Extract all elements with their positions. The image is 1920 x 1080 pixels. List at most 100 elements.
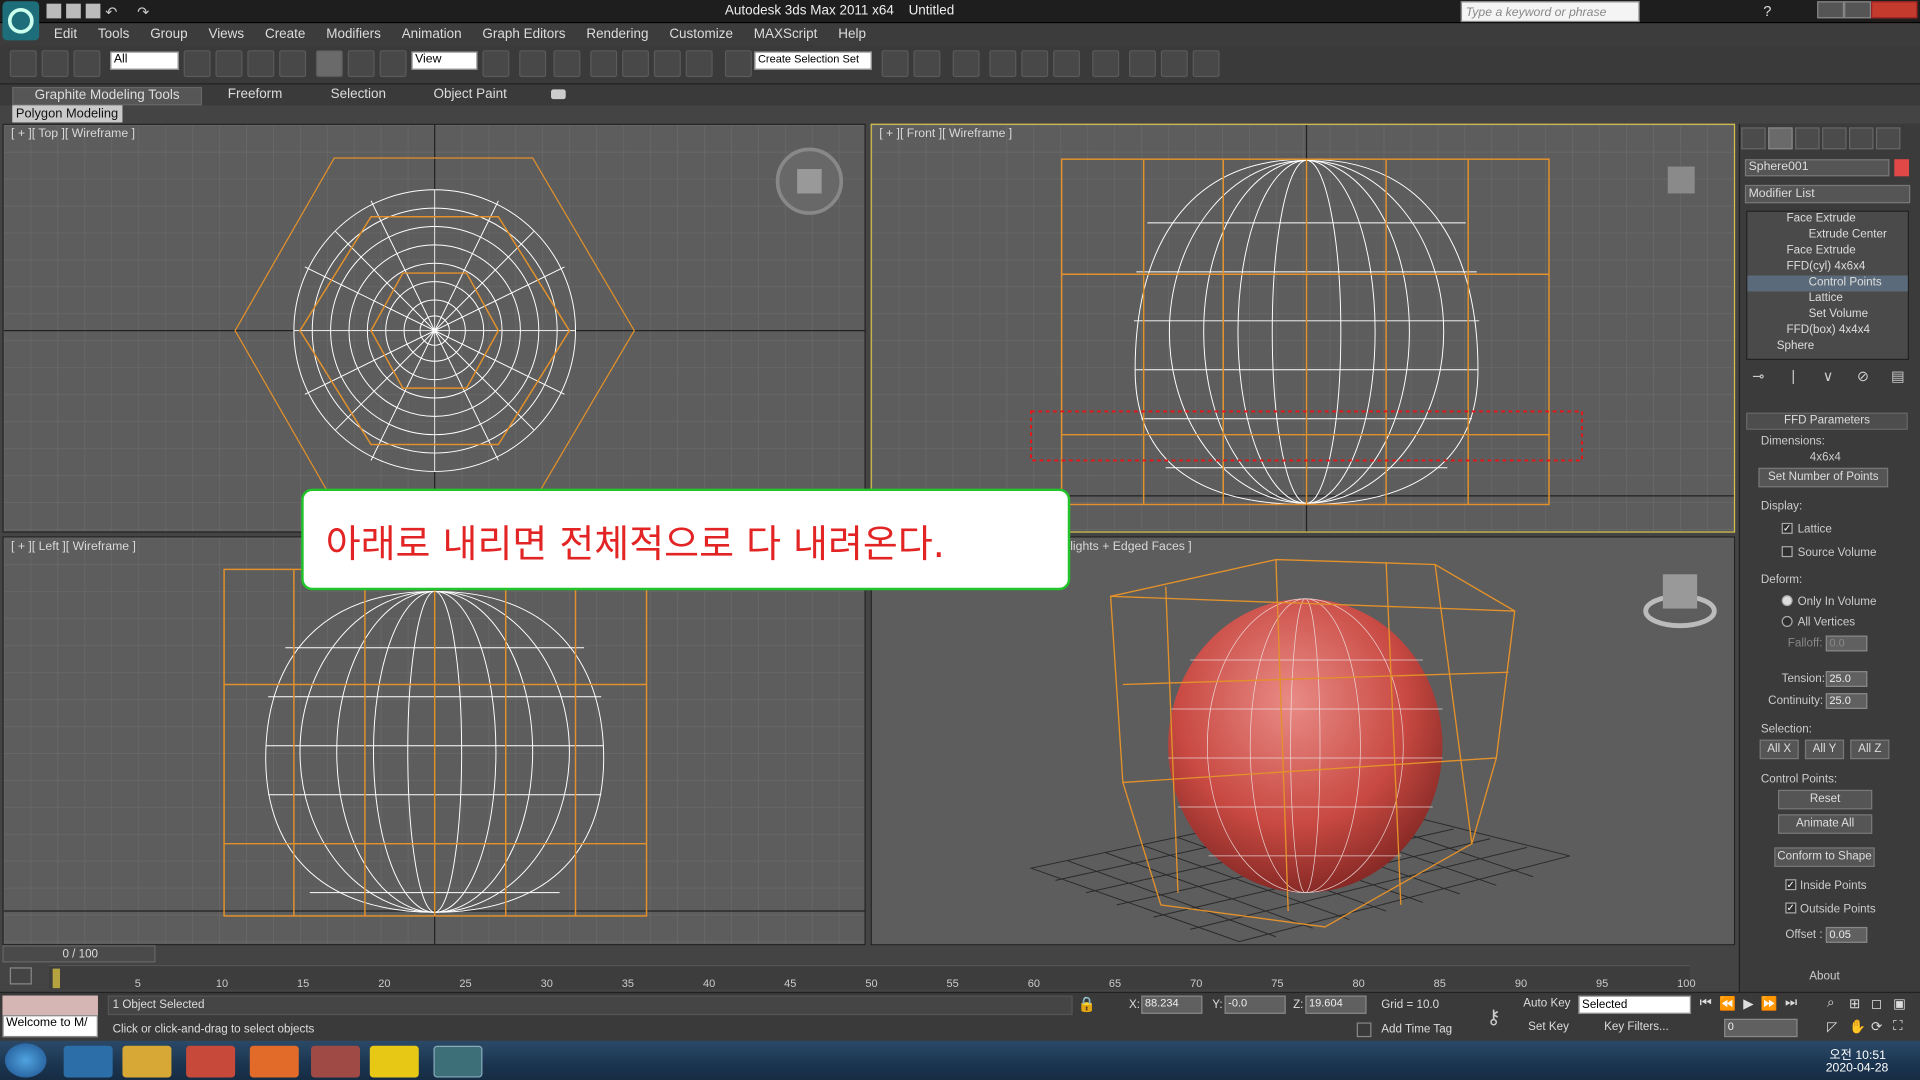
key-icon[interactable]: ⚷ <box>1487 1005 1501 1029</box>
viewport-label-left[interactable]: [ + ][ Left ][ Wireframe ] <box>11 540 136 553</box>
pivot-icon[interactable] <box>482 50 510 78</box>
display-tab-icon[interactable] <box>1848 127 1874 150</box>
render-setup-icon[interactable] <box>1128 50 1156 78</box>
key-mode-dropdown[interactable]: Selected <box>1578 995 1692 1014</box>
close-button[interactable] <box>1871 1 1918 19</box>
all-z-button[interactable]: All Z <box>1850 739 1890 760</box>
stack-item[interactable]: Face Extrude <box>1747 212 1907 228</box>
menu-item-rendering[interactable]: Rendering <box>586 27 648 42</box>
new-file-icon[interactable] <box>46 3 62 19</box>
bind-space-warp-icon[interactable] <box>73 50 101 78</box>
kakaotalk-icon[interactable] <box>369 1045 419 1078</box>
stack-item[interactable]: FFD(cyl) 4x6x4 <box>1747 260 1907 276</box>
all-y-button[interactable]: All Y <box>1804 739 1845 760</box>
lattice-checkbox[interactable]: ✓ <box>1781 522 1793 534</box>
graphite-toggle-icon[interactable] <box>989 50 1017 78</box>
zoom-icon[interactable]: ⌕ <box>1827 996 1847 1017</box>
maximize-button[interactable] <box>1844 1 1872 19</box>
all-x-button[interactable]: All X <box>1759 739 1799 760</box>
stack-item[interactable]: Lattice <box>1747 291 1907 307</box>
add-time-tag-icon[interactable] <box>1356 1022 1372 1038</box>
viewport-left[interactable]: [ + ][ Left ][ Wireframe ] <box>2 536 866 946</box>
search-input[interactable]: Type a keyword or phrase <box>1460 1 1640 23</box>
mirror-icon[interactable] <box>881 50 909 78</box>
percent-snap-icon[interactable] <box>653 50 681 78</box>
only-in-volume-radio[interactable] <box>1781 595 1793 607</box>
track-bar[interactable]: 5 10 15 20 25 30 35 40 45 50 55 60 65 70 75 80 85 90 95 100 <box>48 964 1696 990</box>
start-button-icon[interactable] <box>4 1043 47 1078</box>
select-object-icon[interactable] <box>183 50 211 78</box>
tab-freeform[interactable]: Freeform <box>218 87 292 105</box>
set-key-button[interactable]: Set Key <box>1528 1019 1575 1039</box>
x-coordinate-field[interactable]: 88.234 <box>1141 995 1203 1014</box>
scale-icon[interactable] <box>379 50 407 78</box>
inside-points-checkbox[interactable]: ✓ <box>1785 879 1797 891</box>
ffd-parameters-rollout[interactable]: FFD Parameters <box>1746 412 1908 430</box>
snap-icon[interactable] <box>590 50 618 78</box>
menu-item-help[interactable]: Help <box>838 27 866 42</box>
next-frame-icon[interactable]: ⏩ <box>1761 996 1778 1016</box>
add-time-tag[interactable]: Add Time Tag <box>1381 1022 1452 1035</box>
menu-item-views[interactable]: Views <box>208 27 244 42</box>
tab-selection[interactable]: Selection <box>321 87 396 105</box>
menu-item-modifiers[interactable]: Modifiers <box>326 27 381 42</box>
help-icon[interactable]: ? <box>1763 2 1771 19</box>
unlink-icon[interactable] <box>41 50 69 78</box>
viewport-label-perspective[interactable]: lights + Edged Faces ] <box>1070 540 1192 553</box>
menu-item-graph-editors[interactable]: Graph Editors <box>482 27 565 42</box>
z-coordinate-field[interactable]: 19.604 <box>1305 995 1367 1014</box>
zoom-extents-icon[interactable]: ◻ <box>1871 996 1891 1017</box>
auto-key-button[interactable]: Auto Key <box>1523 996 1574 1016</box>
tension-spinner[interactable]: 25.0 <box>1825 671 1868 687</box>
minimize-button[interactable] <box>1817 1 1845 19</box>
manipulate-icon[interactable] <box>519 50 547 78</box>
motion-tab-icon[interactable] <box>1822 127 1847 150</box>
chrome-profile-icon[interactable] <box>311 1045 361 1078</box>
key-filters-button[interactable]: Key Filters... <box>1604 1019 1690 1039</box>
stack-item[interactable]: Set Volume <box>1747 307 1907 323</box>
ribbon-options-icon[interactable] <box>551 89 566 100</box>
set-number-of-points-button[interactable]: Set Number of Points <box>1758 467 1889 488</box>
spinner-snap-icon[interactable] <box>685 50 713 78</box>
window-crossing-icon[interactable] <box>279 50 307 78</box>
rect-selection-icon[interactable] <box>247 50 275 78</box>
clock-date[interactable]: 2020-04-28 <box>1826 1062 1889 1075</box>
all-vertices-radio[interactable] <box>1781 615 1793 627</box>
stack-item[interactable]: FFD(box) 4x4x4 <box>1747 323 1907 339</box>
kairos-app-icon[interactable] <box>249 1045 299 1078</box>
align-icon[interactable] <box>913 50 941 78</box>
open-file-icon[interactable] <box>66 3 81 19</box>
reset-button[interactable]: Reset <box>1777 789 1873 810</box>
tab-polygon-modeling[interactable]: Polygon Modeling <box>12 105 123 123</box>
rendered-frame-icon[interactable] <box>1160 50 1188 78</box>
lock-selection-icon[interactable]: 🔒 <box>1078 996 1096 1013</box>
y-coordinate-field[interactable]: -0.0 <box>1224 995 1286 1014</box>
viewcube-front[interactable] <box>1667 166 1695 194</box>
configure-sets-icon[interactable]: ▤ <box>1888 367 1908 384</box>
render-production-icon[interactable] <box>1192 50 1220 78</box>
select-link-icon[interactable] <box>9 50 37 78</box>
stack-item[interactable]: Sphere <box>1747 339 1907 355</box>
menu-item-group[interactable]: Group <box>150 27 187 42</box>
viewport-front[interactable]: [ + ][ Front ][ Wireframe ] <box>870 123 1736 533</box>
viewport-top[interactable]: [ + ][ Top ][ Wireframe ] <box>2 123 866 533</box>
menu-item-animation[interactable]: Animation <box>402 27 462 42</box>
ref-coord-dropdown[interactable]: View <box>411 51 478 70</box>
falloff-spinner[interactable]: 0.0 <box>1825 635 1868 652</box>
app-logo-icon[interactable] <box>2 1 40 41</box>
internet-explorer-icon[interactable] <box>63 1045 113 1078</box>
orbit-icon[interactable]: ⟳ <box>1871 1019 1891 1040</box>
keyboard-shortcut-icon[interactable] <box>553 50 581 78</box>
conform-to-shape-button[interactable]: Conform to Shape <box>1774 847 1875 867</box>
current-frame-field[interactable]: 0 <box>1724 1018 1798 1038</box>
rotate-icon[interactable] <box>347 50 375 78</box>
angle-snap-icon[interactable] <box>622 50 649 78</box>
object-name-field[interactable]: Sphere001 <box>1744 159 1890 177</box>
schematic-view-icon[interactable] <box>1053 50 1081 78</box>
menu-item-edit[interactable]: Edit <box>54 27 77 42</box>
previous-frame-icon[interactable]: ⏪ <box>1719 996 1736 1016</box>
layer-manager-icon[interactable] <box>952 50 980 78</box>
file-explorer-icon[interactable] <box>122 1045 172 1078</box>
maxscript-mini-field[interactable]: Welcome to M/ <box>2 1015 98 1038</box>
animate-all-button[interactable]: Animate All <box>1777 814 1873 834</box>
